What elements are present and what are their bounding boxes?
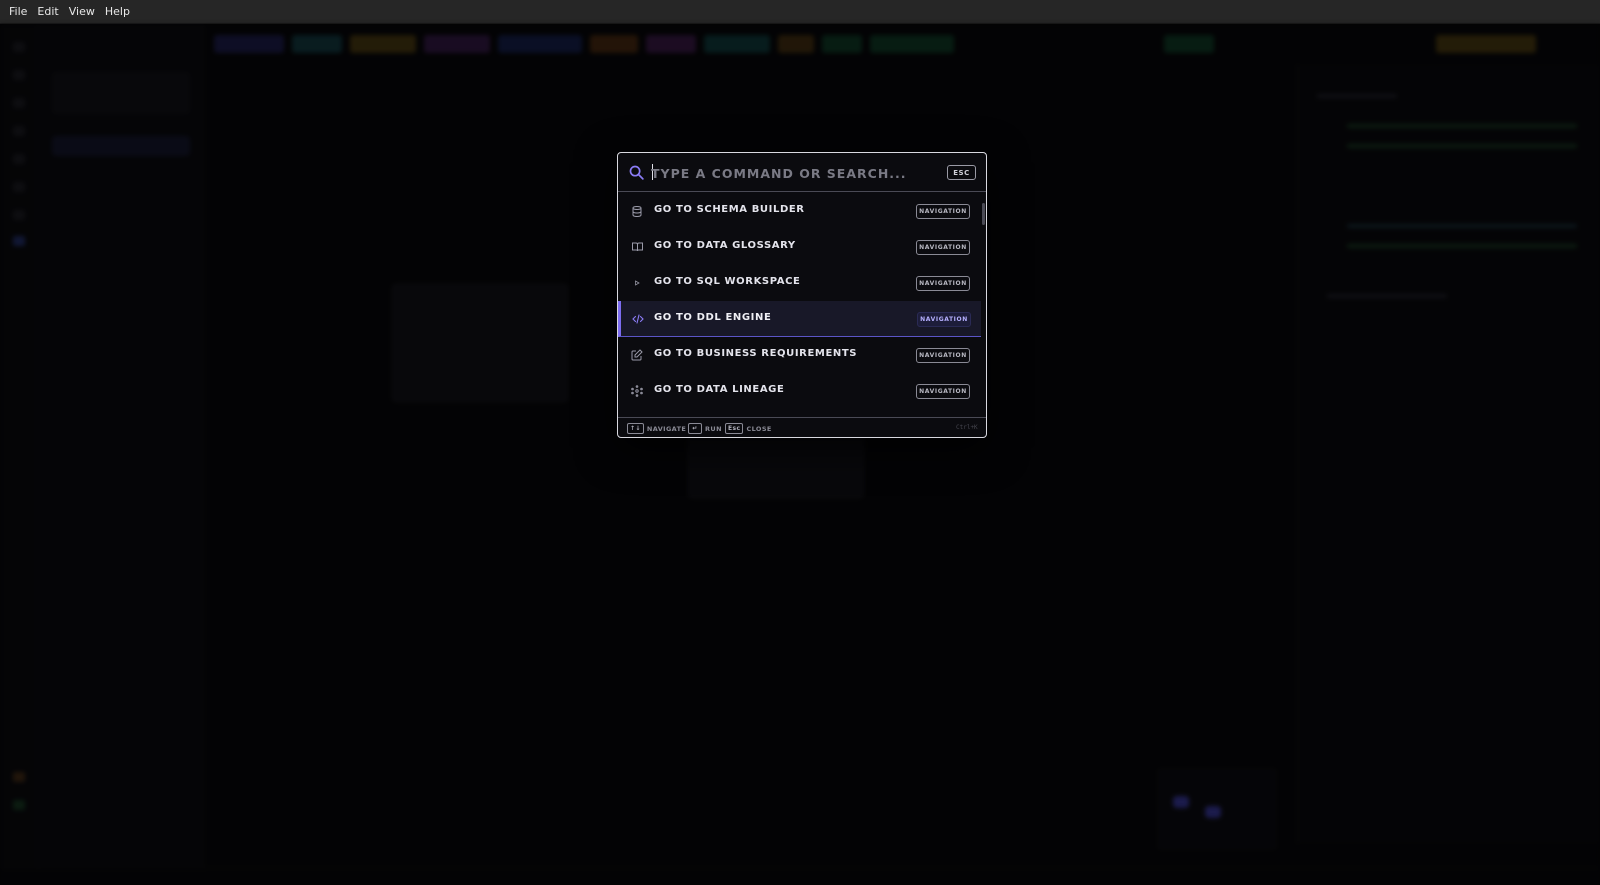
navigate-hint: ↑↓ NAVIGATE bbox=[627, 423, 686, 434]
category-badge: NAVIGATION bbox=[916, 204, 970, 219]
navigate-label: NAVIGATE bbox=[646, 424, 687, 433]
command-item-data-lineage[interactable]: GO TO DATA LINEAGE NAVIGATION bbox=[618, 373, 981, 409]
command-label: GO TO BUSINESS REQUIREMENTS bbox=[654, 348, 858, 359]
category-badge: NAVIGATION bbox=[916, 348, 970, 363]
close-hint: Esc CLOSE bbox=[725, 423, 772, 434]
command-palette: ESC GO TO SCHEMA BUILDER NAVIGATION GO T… bbox=[617, 152, 987, 438]
command-label: GO TO SCHEMA BUILDER bbox=[654, 204, 805, 215]
database-icon bbox=[630, 204, 644, 218]
shortcut-hint: Ctrl+K bbox=[956, 424, 978, 431]
command-label: GO TO DATA LINEAGE bbox=[654, 384, 785, 395]
code-icon bbox=[631, 312, 645, 326]
arrow-keys-icon: ↑↓ bbox=[627, 423, 644, 434]
search-icon bbox=[629, 165, 644, 180]
command-list: GO TO SCHEMA BUILDER NAVIGATION GO TO DA… bbox=[618, 193, 986, 409]
command-item-schema-builder[interactable]: GO TO SCHEMA BUILDER NAVIGATION bbox=[618, 193, 981, 229]
category-badge: NAVIGATION bbox=[917, 312, 971, 327]
palette-footer: ↑↓ NAVIGATE ↵ RUN Esc CLOSE Ctrl+K bbox=[618, 417, 986, 437]
menu-bar: File Edit View Help bbox=[0, 0, 1600, 24]
esc-key-badge[interactable]: ESC bbox=[947, 165, 976, 180]
esc-key-icon: Esc bbox=[725, 423, 744, 434]
run-label: RUN bbox=[705, 424, 722, 433]
play-icon bbox=[630, 276, 644, 290]
command-item-data-glossary[interactable]: GO TO DATA GLOSSARY NAVIGATION bbox=[618, 229, 981, 265]
category-badge: NAVIGATION bbox=[916, 384, 970, 399]
command-label: GO TO DATA GLOSSARY bbox=[654, 240, 796, 251]
command-label: GO TO DDL ENGINE bbox=[654, 312, 772, 323]
command-item-sql-workspace[interactable]: GO TO SQL WORKSPACE NAVIGATION bbox=[618, 265, 981, 301]
search-row: ESC bbox=[618, 153, 986, 192]
category-badge: NAVIGATION bbox=[916, 240, 970, 255]
run-hint: ↵ RUN bbox=[688, 423, 722, 434]
lineage-icon bbox=[630, 384, 644, 398]
enter-key-icon: ↵ bbox=[688, 423, 702, 434]
menu-edit[interactable]: Edit bbox=[32, 5, 63, 18]
book-icon bbox=[630, 240, 644, 254]
edit-icon bbox=[630, 348, 644, 362]
command-item-ddl-engine[interactable]: GO TO DDL ENGINE NAVIGATION bbox=[618, 301, 981, 337]
close-label: CLOSE bbox=[746, 424, 772, 433]
command-label: GO TO SQL WORKSPACE bbox=[654, 276, 801, 287]
menu-help[interactable]: Help bbox=[100, 5, 135, 18]
menu-view[interactable]: View bbox=[64, 5, 100, 18]
command-item-business-requirements[interactable]: GO TO BUSINESS REQUIREMENTS NAVIGATION bbox=[618, 337, 981, 373]
category-badge: NAVIGATION bbox=[916, 276, 970, 291]
menu-file[interactable]: File bbox=[4, 5, 32, 18]
list-scrollbar[interactable] bbox=[982, 203, 985, 225]
command-search-input[interactable] bbox=[651, 162, 931, 184]
